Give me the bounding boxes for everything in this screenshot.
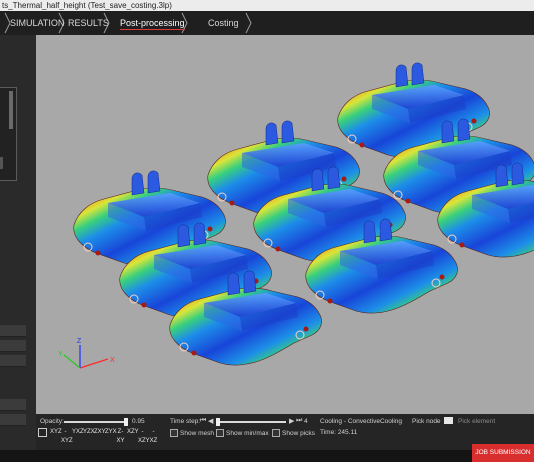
opacity-value: 0.95	[132, 418, 145, 425]
time-step-value: 4	[304, 418, 308, 425]
step-last-icon[interactable]: ⏭	[296, 417, 302, 425]
view-icon[interactable]: ZXY	[94, 428, 106, 437]
left-panel-handle[interactable]	[0, 157, 3, 169]
view-icon[interactable]: -XZ	[149, 428, 158, 444]
3d-viewport[interactable]: X Z Y	[36, 35, 534, 414]
window-title: ts_Thermal_half_height (Test_save_costin…	[2, 1, 172, 10]
tab-simulation[interactable]: SIMULATION	[10, 11, 64, 35]
window-titlebar: ts_Thermal_half_height (Test_save_costin…	[0, 0, 534, 11]
left-panel-row[interactable]	[0, 414, 26, 426]
job-submission-button[interactable]: JOB SUBMISSION	[472, 444, 534, 462]
opacity-slider[interactable]	[64, 421, 126, 423]
left-panel-row[interactable]	[0, 399, 26, 411]
view-icon[interactable]: -XYZ	[61, 428, 73, 444]
tab-costing[interactable]: Costing	[208, 11, 239, 35]
time-step-slider[interactable]	[216, 421, 286, 423]
axis-z-label: Z	[77, 338, 82, 345]
opacity-slider-knob[interactable]	[124, 418, 128, 426]
axis-triad: X Z Y	[58, 338, 115, 369]
axis-x-label: X	[110, 357, 115, 364]
step-back-icon[interactable]: ◀	[208, 417, 213, 425]
pick-node-label: Pick node	[412, 418, 441, 425]
show-picks-label: Show picks	[282, 430, 315, 437]
result-name: Cooling - ConvectiveCooling	[320, 418, 403, 425]
show-picks-checkbox[interactable]	[272, 429, 280, 437]
view-icon[interactable]: -XZY	[138, 428, 150, 444]
time-step-knob[interactable]	[216, 418, 220, 426]
show-minmax-checkbox[interactable]	[216, 429, 224, 437]
result-time: Time: 245.11	[320, 429, 358, 436]
view-icon[interactable]: XYZ	[50, 428, 62, 437]
status-bar	[0, 450, 534, 462]
bottom-toolbar: Opacity: 0.95 Time step: ⏮ ◀ ▶ ⏭ 4 Cooli…	[36, 414, 534, 450]
active-tab-underline	[120, 29, 185, 30]
left-panel-row[interactable]	[0, 355, 26, 367]
left-panel-row[interactable]	[0, 340, 26, 352]
pick-element-label: Pick element	[458, 418, 496, 425]
show-mesh-label: Show mesh	[180, 430, 214, 437]
left-panel-row[interactable]	[0, 325, 26, 337]
step-forward-icon[interactable]: ▶	[289, 417, 294, 425]
show-mesh-checkbox[interactable]	[170, 429, 178, 437]
tab-results[interactable]: RESULTS	[68, 11, 109, 35]
time-step-label: Time step:	[170, 418, 201, 425]
view-icon[interactable]: Z-XY	[116, 428, 125, 444]
pick-toggle[interactable]	[444, 417, 453, 424]
left-panel-scrollbar[interactable]	[9, 91, 13, 129]
fit-view-icon[interactable]	[38, 428, 47, 437]
workflow-tabbar: SIMULATION RESULTS Post-processing Costi…	[0, 11, 534, 35]
view-icon[interactable]: XZY	[127, 428, 139, 437]
opacity-label: Opacity:	[40, 418, 64, 425]
viewport-canvas[interactable]: X Z Y	[36, 35, 534, 414]
tab-post-processing-label: Post-processing	[120, 18, 185, 28]
view-icon[interactable]: ZYX	[105, 428, 117, 437]
view-icon[interactable]: YXZ	[72, 428, 84, 437]
tab-post-processing[interactable]: Post-processing	[120, 11, 185, 35]
step-first-icon[interactable]: ⏮	[200, 417, 206, 425]
show-minmax-label: Show min/max	[226, 430, 269, 437]
axis-y-label: Y	[58, 351, 63, 358]
view-icon[interactable]: YZX	[83, 428, 95, 437]
left-panel	[0, 35, 36, 450]
